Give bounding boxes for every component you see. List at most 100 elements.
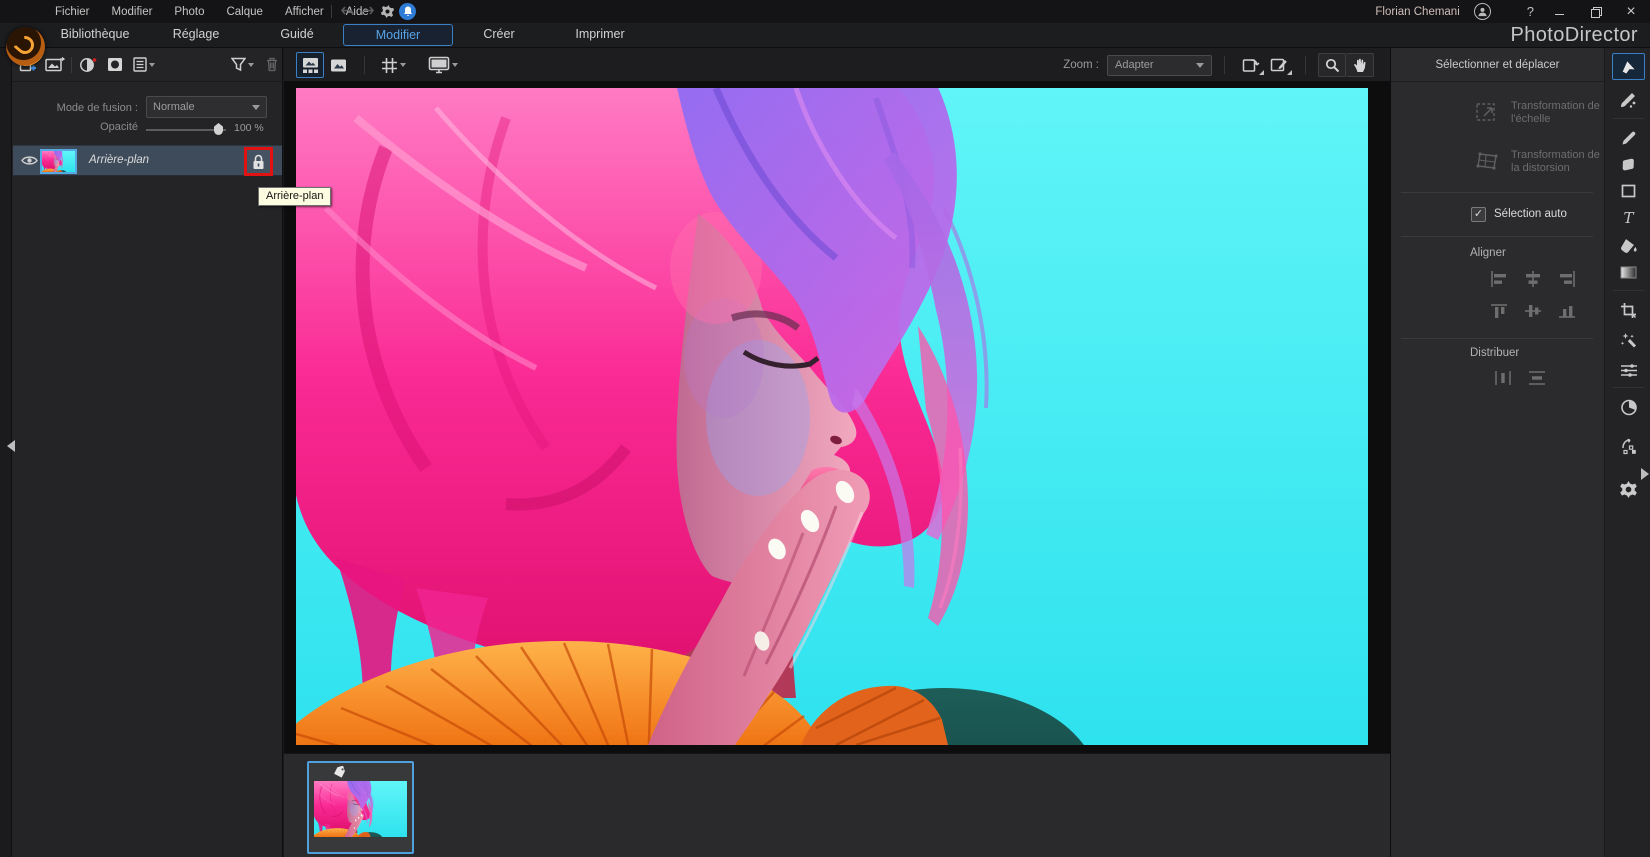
edit-photo-button[interactable]	[1265, 53, 1293, 77]
adjustment-layer-button[interactable]	[77, 53, 99, 77]
layer-visibility-eye-icon[interactable]	[21, 155, 38, 166]
grid-overlay-button[interactable]	[377, 52, 410, 78]
gradient-tool-button[interactable]	[1612, 259, 1645, 286]
adjustment-sliders-button[interactable]	[1612, 357, 1645, 384]
mix-brush-tool-button[interactable]	[1612, 86, 1645, 113]
crop-tool-button[interactable]	[1612, 297, 1645, 324]
notification-bell-icon[interactable]	[399, 3, 416, 20]
eraser-tool-button[interactable]	[1612, 151, 1645, 178]
pencil-tool-button[interactable]	[1612, 124, 1645, 151]
rotate-photo-button[interactable]	[1237, 53, 1265, 77]
filter-layers-button[interactable]	[230, 53, 257, 77]
extract-object-tool-button[interactable]	[1612, 433, 1645, 460]
view-mode-filmstrip-button[interactable]	[296, 52, 324, 78]
auto-select-label[interactable]: Sélection auto	[1494, 208, 1567, 220]
title-bar: Fichier Modifier Photo Calque Afficher A…	[0, 0, 1650, 23]
filmstrip-thumbnail-selected[interactable]	[307, 761, 414, 854]
lock-icon[interactable]	[252, 154, 265, 170]
opacity-value: 100 %	[234, 122, 264, 134]
layer-lock-tooltip: Arrière-plan	[258, 187, 332, 206]
photo-image[interactable]	[296, 88, 1368, 745]
layers-panel: Mode de fusion : Normale Opacité 100 % A…	[0, 48, 283, 857]
blend-mode-label: Mode de fusion :	[56, 102, 138, 114]
tab-bibliotheque[interactable]: Bibliothèque	[40, 24, 150, 46]
menu-bar: Fichier Modifier Photo Calque Afficher A…	[55, 0, 369, 23]
tab-imprimer[interactable]: Imprimer	[545, 24, 655, 46]
radial-filter-tool-button[interactable]	[1612, 394, 1645, 421]
layer-lock-highlight	[244, 147, 273, 176]
opacity-slider-handle[interactable]	[214, 123, 223, 135]
auto-select-checkbox[interactable]: ✓	[1471, 207, 1486, 222]
user-avatar-icon[interactable]	[1473, 3, 1491, 20]
pan-hand-tool-button[interactable]	[1346, 53, 1374, 77]
menu-modifier[interactable]: Modifier	[112, 6, 153, 18]
tab-guide[interactable]: Guidé	[242, 24, 352, 46]
menu-photo[interactable]: Photo	[174, 6, 204, 18]
panel-edge-strip	[0, 48, 12, 857]
mask-layer-button[interactable]	[104, 53, 126, 77]
blend-mode-select[interactable]: Normale	[146, 96, 267, 118]
distribute-horizontal-button[interactable]	[1492, 369, 1514, 387]
view-mode-single-button[interactable]	[324, 52, 352, 78]
align-bottom-button[interactable]	[1556, 302, 1578, 320]
menu-afficher[interactable]: Afficher	[285, 6, 324, 18]
transform-scale-button[interactable]: Transformation de l'échelle	[1391, 100, 1604, 126]
menu-fichier[interactable]: Fichier	[55, 6, 90, 18]
tab-reglage[interactable]: Réglage	[141, 24, 251, 46]
canvas-area[interactable]	[284, 82, 1390, 753]
select-move-panel: Sélectionner et déplacer Transformation …	[1390, 48, 1650, 857]
distribute-vertical-button[interactable]	[1526, 369, 1548, 387]
filmstrip	[284, 753, 1390, 857]
align-middle-v-button[interactable]	[1522, 302, 1544, 320]
photodirector-window: Fichier Modifier Photo Calque Afficher A…	[0, 0, 1650, 857]
collapse-left-panel-chevron-icon[interactable]	[1, 440, 15, 452]
scale-transform-icon	[1475, 100, 1503, 124]
tab-modifier[interactable]: Modifier	[343, 24, 453, 46]
zoom-tool-button[interactable]	[1318, 53, 1346, 77]
transform-distort-label: Transformation de la distorsion	[1511, 149, 1600, 174]
opacity-slider[interactable]	[146, 123, 226, 135]
filmstrip-thumbnail-image	[314, 781, 407, 837]
minimize-button[interactable]	[1548, 3, 1570, 21]
editor-center: Zoom : Adapter	[284, 48, 1390, 857]
chevron-down-icon	[252, 104, 260, 110]
corner-options-icon	[1259, 70, 1264, 75]
magic-wand-tool-button[interactable]	[1612, 327, 1645, 354]
layer-name[interactable]: Arrière-plan	[89, 154, 149, 166]
chevron-down-icon	[452, 63, 458, 67]
shape-tool-button[interactable]	[1612, 177, 1645, 204]
transform-distort-button[interactable]: Transformation de la distorsion	[1391, 149, 1604, 175]
corner-options-icon	[1287, 70, 1292, 75]
undo-icon[interactable]	[338, 3, 356, 20]
panel-title: Sélectionner et déplacer	[1391, 48, 1604, 82]
distort-transform-icon	[1475, 149, 1503, 173]
menu-calque[interactable]: Calque	[226, 6, 262, 18]
expand-right-panel-chevron-icon[interactable]	[1641, 468, 1650, 480]
settings-gear-icon[interactable]	[378, 3, 396, 20]
restore-button[interactable]	[1584, 3, 1606, 21]
redo-icon[interactable]	[358, 3, 376, 20]
viewer-toolbar: Zoom : Adapter	[284, 48, 1390, 82]
blend-mode-value: Normale	[153, 101, 195, 113]
layer-thumbnail[interactable]	[40, 149, 77, 174]
delete-layer-button[interactable]	[261, 53, 283, 77]
layer-row-background[interactable]: Arrière-plan	[13, 145, 282, 176]
distribute-section-label: Distribuer	[1470, 347, 1520, 359]
align-left-button[interactable]	[1488, 270, 1510, 288]
tool-settings-gear-button[interactable]	[1612, 476, 1645, 503]
fill-bucket-tool-button[interactable]	[1612, 232, 1645, 259]
align-right-button[interactable]	[1556, 270, 1578, 288]
add-image-layer-button[interactable]	[44, 53, 66, 77]
text-tool-button[interactable]: T	[1612, 204, 1645, 231]
layer-menu-button[interactable]	[131, 53, 158, 77]
select-move-tool-button[interactable]	[1612, 53, 1645, 80]
zoom-level-select[interactable]: Adapter	[1107, 54, 1212, 76]
close-button[interactable]: ×	[1620, 3, 1642, 21]
align-top-button[interactable]	[1488, 302, 1510, 320]
tab-creer[interactable]: Créer	[444, 24, 554, 46]
user-name[interactable]: Florian Chemani	[1375, 6, 1459, 18]
soft-proofing-button[interactable]	[424, 52, 462, 78]
align-center-h-button[interactable]	[1522, 270, 1544, 288]
cyberlink-logo-icon	[6, 27, 45, 66]
help-button[interactable]: ?	[1527, 4, 1534, 19]
